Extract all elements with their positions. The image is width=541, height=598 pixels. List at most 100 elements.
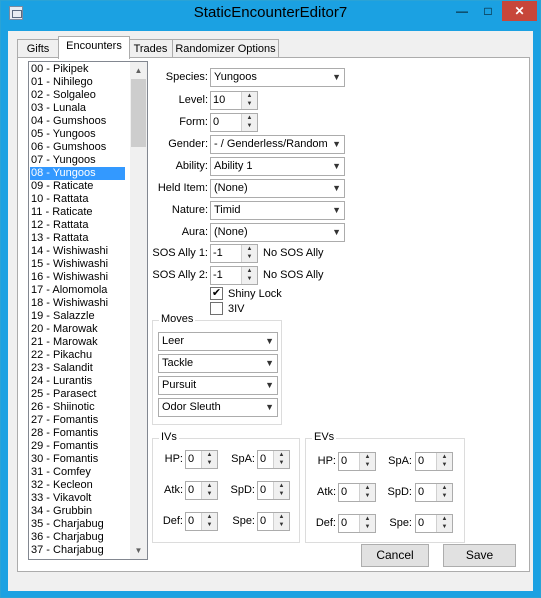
spin-down-icon[interactable]: ▼	[274, 490, 289, 498]
spin-up-icon[interactable]: ▲	[242, 245, 257, 253]
spin-down-icon[interactable]: ▼	[274, 521, 289, 529]
iv-spd-stepper[interactable]: 0 ▲ ▼	[257, 481, 290, 500]
spin-down-icon[interactable]: ▼	[202, 490, 217, 498]
tab-gifts[interactable]: Gifts	[17, 39, 59, 58]
spin-down-icon[interactable]: ▼	[242, 122, 257, 130]
cancel-button[interactable]: Cancel	[361, 544, 429, 567]
spin-up-icon[interactable]: ▲	[437, 453, 452, 461]
list-item[interactable]: 35 - Charjabug	[30, 518, 125, 531]
list-item[interactable]: 13 - Rattata	[30, 232, 125, 245]
list-item[interactable]: 26 - Shiinotic	[30, 401, 125, 414]
tab-encounters[interactable]: Encounters	[58, 36, 130, 59]
level-spinner[interactable]: ▲ ▼	[241, 92, 257, 109]
list-item[interactable]: 02 - Solgaleo	[30, 89, 125, 102]
list-item[interactable]: 31 - Comfey	[30, 466, 125, 479]
sos-ally-2-spinner[interactable]: ▲ ▼	[241, 267, 257, 284]
save-button[interactable]: Save	[443, 544, 516, 567]
list-item[interactable]: 27 - Fomantis	[30, 414, 125, 427]
list-item[interactable]: 16 - Wishiwashi	[30, 271, 125, 284]
aura-select[interactable]: (None) ▼	[210, 223, 345, 242]
spin-up-icon[interactable]: ▲	[360, 484, 375, 492]
spin-up-icon[interactable]: ▲	[437, 484, 452, 492]
spin-up-icon[interactable]: ▲	[360, 453, 375, 461]
list-item[interactable]: 12 - Rattata	[30, 219, 125, 232]
list-item[interactable]: 25 - Parasect	[30, 388, 125, 401]
list-item[interactable]: 10 - Rattata	[30, 193, 125, 206]
list-item[interactable]: 08 - Yungoos	[30, 167, 125, 180]
sos-ally-1-spinner[interactable]: ▲ ▼	[241, 245, 257, 262]
move-3-select[interactable]: Pursuit ▼	[158, 376, 278, 395]
list-item[interactable]: 06 - Gumshoos	[30, 141, 125, 154]
tab-randomizer-options[interactable]: Randomizer Options	[172, 39, 279, 58]
list-item[interactable]: 36 - Charjabug	[30, 531, 125, 544]
list-item[interactable]: 32 - Kecleon	[30, 479, 125, 492]
list-item[interactable]: 20 - Marowak	[30, 323, 125, 336]
iv-spe-stepper[interactable]: 0 ▲ ▼	[257, 512, 290, 531]
iv-atk-stepper[interactable]: 0 ▲ ▼	[185, 481, 218, 500]
spin-down-icon[interactable]: ▼	[437, 461, 452, 469]
spin-down-icon[interactable]: ▼	[437, 492, 452, 500]
spin-down-icon[interactable]: ▼	[360, 461, 375, 469]
list-item[interactable]: 34 - Grubbin	[30, 505, 125, 518]
list-item[interactable]: 19 - Salazzle	[30, 310, 125, 323]
iv-spe-spinner[interactable]: ▲ ▼	[273, 513, 289, 530]
move-4-select[interactable]: Odor Sleuth ▼	[158, 398, 278, 417]
list-item[interactable]: 28 - Fomantis	[30, 427, 125, 440]
list-item[interactable]: 29 - Fomantis	[30, 440, 125, 453]
ev-spa-spinner[interactable]: ▲ ▼	[436, 453, 452, 470]
spin-down-icon[interactable]: ▼	[202, 459, 217, 467]
spin-up-icon[interactable]: ▲	[274, 482, 289, 490]
three-iv-checkbox[interactable]	[210, 302, 223, 315]
ev-def-spinner[interactable]: ▲ ▼	[359, 515, 375, 532]
ev-atk-spinner[interactable]: ▲ ▼	[359, 484, 375, 501]
ev-spe-spinner[interactable]: ▲ ▼	[436, 515, 452, 532]
list-item[interactable]: 03 - Lunala	[30, 102, 125, 115]
list-item[interactable]: 17 - Alomomola	[30, 284, 125, 297]
ev-def-stepper[interactable]: 0 ▲ ▼	[338, 514, 376, 533]
spin-down-icon[interactable]: ▼	[274, 459, 289, 467]
spin-down-icon[interactable]: ▼	[242, 275, 257, 283]
move-2-select[interactable]: Tackle ▼	[158, 354, 278, 373]
list-item[interactable]: 18 - Wishiwashi	[30, 297, 125, 310]
nature-select[interactable]: Timid ▼	[210, 201, 345, 220]
form-stepper[interactable]: 0 ▲ ▼	[210, 113, 258, 132]
spin-up-icon[interactable]: ▲	[202, 513, 217, 521]
list-item[interactable]: 07 - Yungoos	[30, 154, 125, 167]
spin-down-icon[interactable]: ▼	[360, 492, 375, 500]
list-item[interactable]: 15 - Wishiwashi	[30, 258, 125, 271]
list-item[interactable]: 22 - Pikachu	[30, 349, 125, 362]
list-item[interactable]: 30 - Fomantis	[30, 453, 125, 466]
ev-spd-spinner[interactable]: ▲ ▼	[436, 484, 452, 501]
move-1-select[interactable]: Leer ▼	[158, 332, 278, 351]
list-item[interactable]: 24 - Lurantis	[30, 375, 125, 388]
list-item[interactable]: 37 - Charjabug	[30, 544, 125, 557]
ev-spd-stepper[interactable]: 0 ▲ ▼	[415, 483, 453, 502]
sos-ally-1-stepper[interactable]: -1 ▲ ▼	[210, 244, 258, 263]
scroll-up-arrow-icon[interactable]: ▲	[130, 62, 147, 79]
sos-ally-2-stepper[interactable]: -1 ▲ ▼	[210, 266, 258, 285]
spin-up-icon[interactable]: ▲	[274, 513, 289, 521]
list-item[interactable]: 14 - Wishiwashi	[30, 245, 125, 258]
iv-spd-spinner[interactable]: ▲ ▼	[273, 482, 289, 499]
iv-atk-spinner[interactable]: ▲ ▼	[201, 482, 217, 499]
spin-down-icon[interactable]: ▼	[437, 523, 452, 531]
ev-spa-stepper[interactable]: 0 ▲ ▼	[415, 452, 453, 471]
spin-up-icon[interactable]: ▲	[242, 92, 257, 100]
list-item[interactable]: 04 - Gumshoos	[30, 115, 125, 128]
iv-spa-stepper[interactable]: 0 ▲ ▼	[257, 450, 290, 469]
spin-up-icon[interactable]: ▲	[360, 515, 375, 523]
list-scrollbar[interactable]: ▲ ▼	[130, 62, 147, 559]
spin-up-icon[interactable]: ▲	[202, 451, 217, 459]
spin-up-icon[interactable]: ▲	[437, 515, 452, 523]
iv-hp-spinner[interactable]: ▲ ▼	[201, 451, 217, 468]
iv-hp-stepper[interactable]: 0 ▲ ▼	[185, 450, 218, 469]
spin-down-icon[interactable]: ▼	[202, 521, 217, 529]
form-spinner[interactable]: ▲ ▼	[241, 114, 257, 131]
spin-up-icon[interactable]: ▲	[274, 451, 289, 459]
list-item[interactable]: 11 - Raticate	[30, 206, 125, 219]
title-bar[interactable]: StaticEncounterEditor7 — □ ✕	[1, 1, 540, 27]
maximize-button[interactable]: □	[475, 1, 501, 21]
iv-def-spinner[interactable]: ▲ ▼	[201, 513, 217, 530]
spin-up-icon[interactable]: ▲	[242, 267, 257, 275]
level-stepper[interactable]: 10 ▲ ▼	[210, 91, 258, 110]
